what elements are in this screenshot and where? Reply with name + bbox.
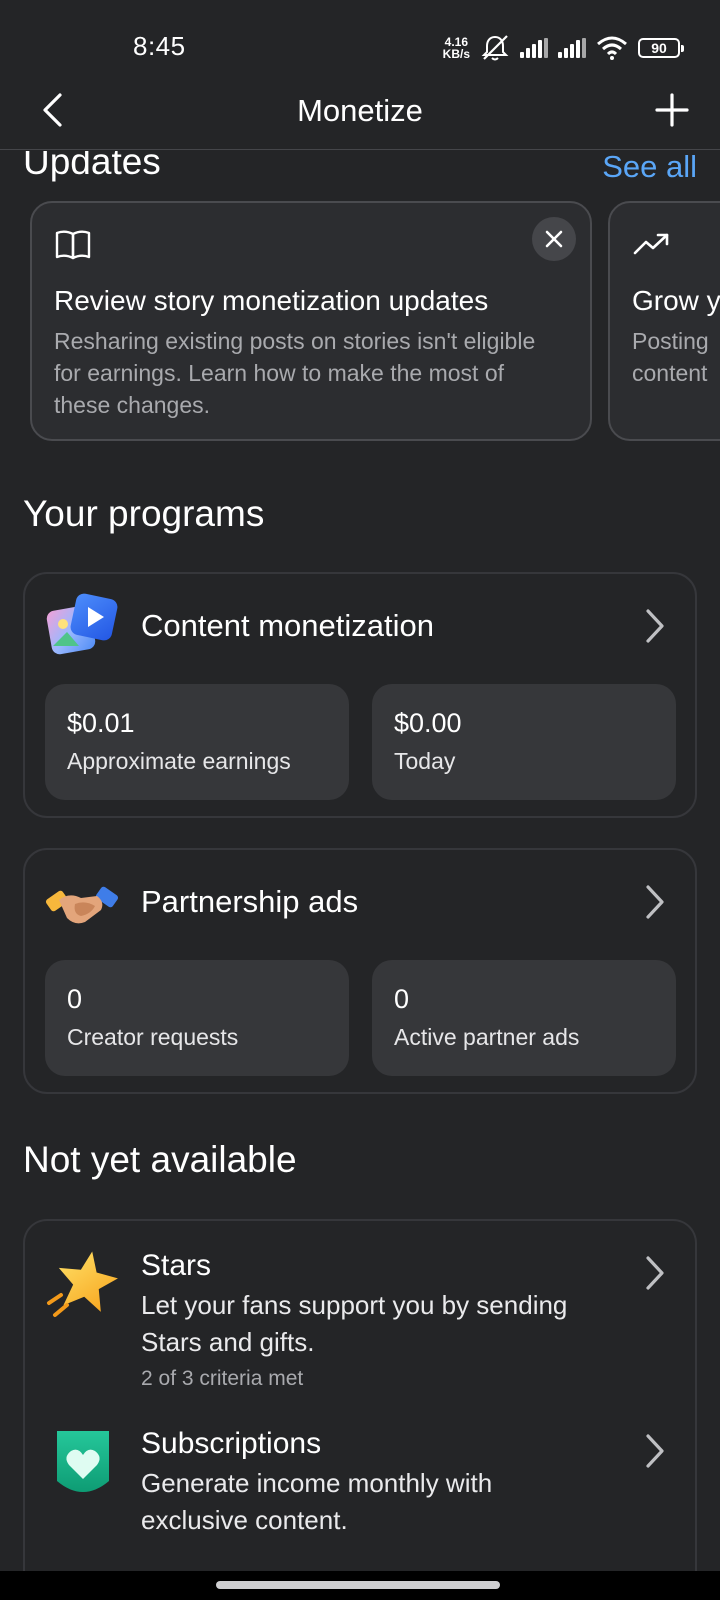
chevron-right-icon [646, 1434, 664, 1468]
monetize-content[interactable]: Updates See all Review story monetizatio… [0, 151, 720, 1571]
top-app-bar: Monetize [0, 80, 720, 150]
page-title: Monetize [297, 93, 423, 128]
program-card-header[interactable]: Content monetization [25, 574, 695, 680]
program-item-stars[interactable]: Stars Let your fans support you by sendi… [25, 1221, 695, 1401]
stat-creator-requests[interactable]: 0 Creator requests [45, 960, 349, 1076]
star-icon [47, 1251, 118, 1317]
program-name: Subscriptions [141, 1427, 322, 1460]
stat-value: $0.01 [67, 708, 135, 738]
chevron-right-icon [646, 885, 664, 919]
your-programs-heading: Your programs [23, 493, 265, 534]
book-icon [55, 230, 91, 260]
stat-today[interactable]: $0.00 Today [372, 684, 676, 800]
stat-value: 0 [67, 984, 83, 1014]
content-monetization-icon [46, 593, 118, 655]
update-body: Posting content [632, 325, 720, 389]
handshake-icon [45, 886, 119, 924]
program-description: Let your fans support you by sending Sta… [141, 1290, 568, 1357]
program-name: Content monetization [141, 608, 434, 643]
battery-icon: 90 [638, 38, 684, 58]
network-speed: 4.16 KB/s [443, 36, 470, 60]
not-yet-available-heading: Not yet available [23, 1139, 297, 1180]
dismiss-update-button[interactable] [532, 217, 576, 261]
signal-icon-2 [558, 38, 586, 58]
home-gesture-handle[interactable] [216, 1581, 500, 1589]
update-body-line: Posting [632, 328, 709, 354]
stat-value: $0.00 [394, 708, 462, 738]
see-all-link[interactable]: See all [602, 151, 697, 185]
program-card-partnership-ads[interactable]: Partnership ads 0 Creator requests 0 Act… [23, 848, 697, 1094]
subscription-heart-icon [57, 1431, 109, 1492]
stat-label: Creator requests [67, 1024, 239, 1050]
system-navigation-bar [0, 1571, 720, 1600]
program-card-header[interactable]: Partnership ads [25, 850, 695, 956]
stat-label: Today [394, 748, 456, 774]
bell-off-icon [481, 35, 509, 61]
chevron-right-icon [646, 609, 664, 643]
wifi-icon [597, 36, 627, 60]
stat-label: Active partner ads [394, 1024, 580, 1050]
signal-icon-1 [520, 38, 548, 58]
program-name: Partnership ads [141, 884, 359, 919]
stat-active-partner-ads[interactable]: 0 Active partner ads [372, 960, 676, 1076]
network-speed-unit: KB/s [442, 47, 470, 61]
program-description: Generate income monthly with exclusive c… [141, 1468, 493, 1535]
stat-label: Approximate earnings [67, 748, 291, 774]
status-time: 8:45 [133, 31, 186, 61]
not-available-card: Stars Let your fans support you by sendi… [23, 1219, 697, 1571]
program-item-subscriptions[interactable]: Subscriptions Generate income monthly wi… [25, 1407, 695, 1567]
program-name: Stars [141, 1249, 212, 1282]
status-icons: 4.16 KB/s 90 [443, 32, 684, 64]
update-card-grow[interactable]: Grow y Posting content [608, 201, 720, 441]
status-bar: 8:45 4.16 KB/s 90 [0, 0, 720, 80]
update-body-line: content [632, 360, 708, 386]
stat-approximate-earnings[interactable]: $0.01 Approximate earnings [45, 684, 349, 800]
update-title: Review story monetization updates [54, 285, 489, 316]
plus-icon [655, 93, 689, 127]
update-body: Resharing existing posts on stories isn'… [54, 328, 536, 418]
updates-heading: Updates [23, 151, 161, 182]
close-icon [545, 230, 563, 248]
program-card-content-monetization[interactable]: Content monetization $0.01 Approximate e… [23, 572, 697, 818]
update-card-story-monetization[interactable]: Review story monetization updates Reshar… [30, 201, 592, 441]
criteria-status: 2 of 3 criteria met [141, 1367, 304, 1390]
update-title: Grow y [632, 285, 720, 316]
chevron-right-icon [646, 1256, 664, 1290]
stat-value: 0 [394, 984, 410, 1014]
add-button[interactable] [650, 88, 694, 132]
trending-up-icon [633, 233, 669, 255]
